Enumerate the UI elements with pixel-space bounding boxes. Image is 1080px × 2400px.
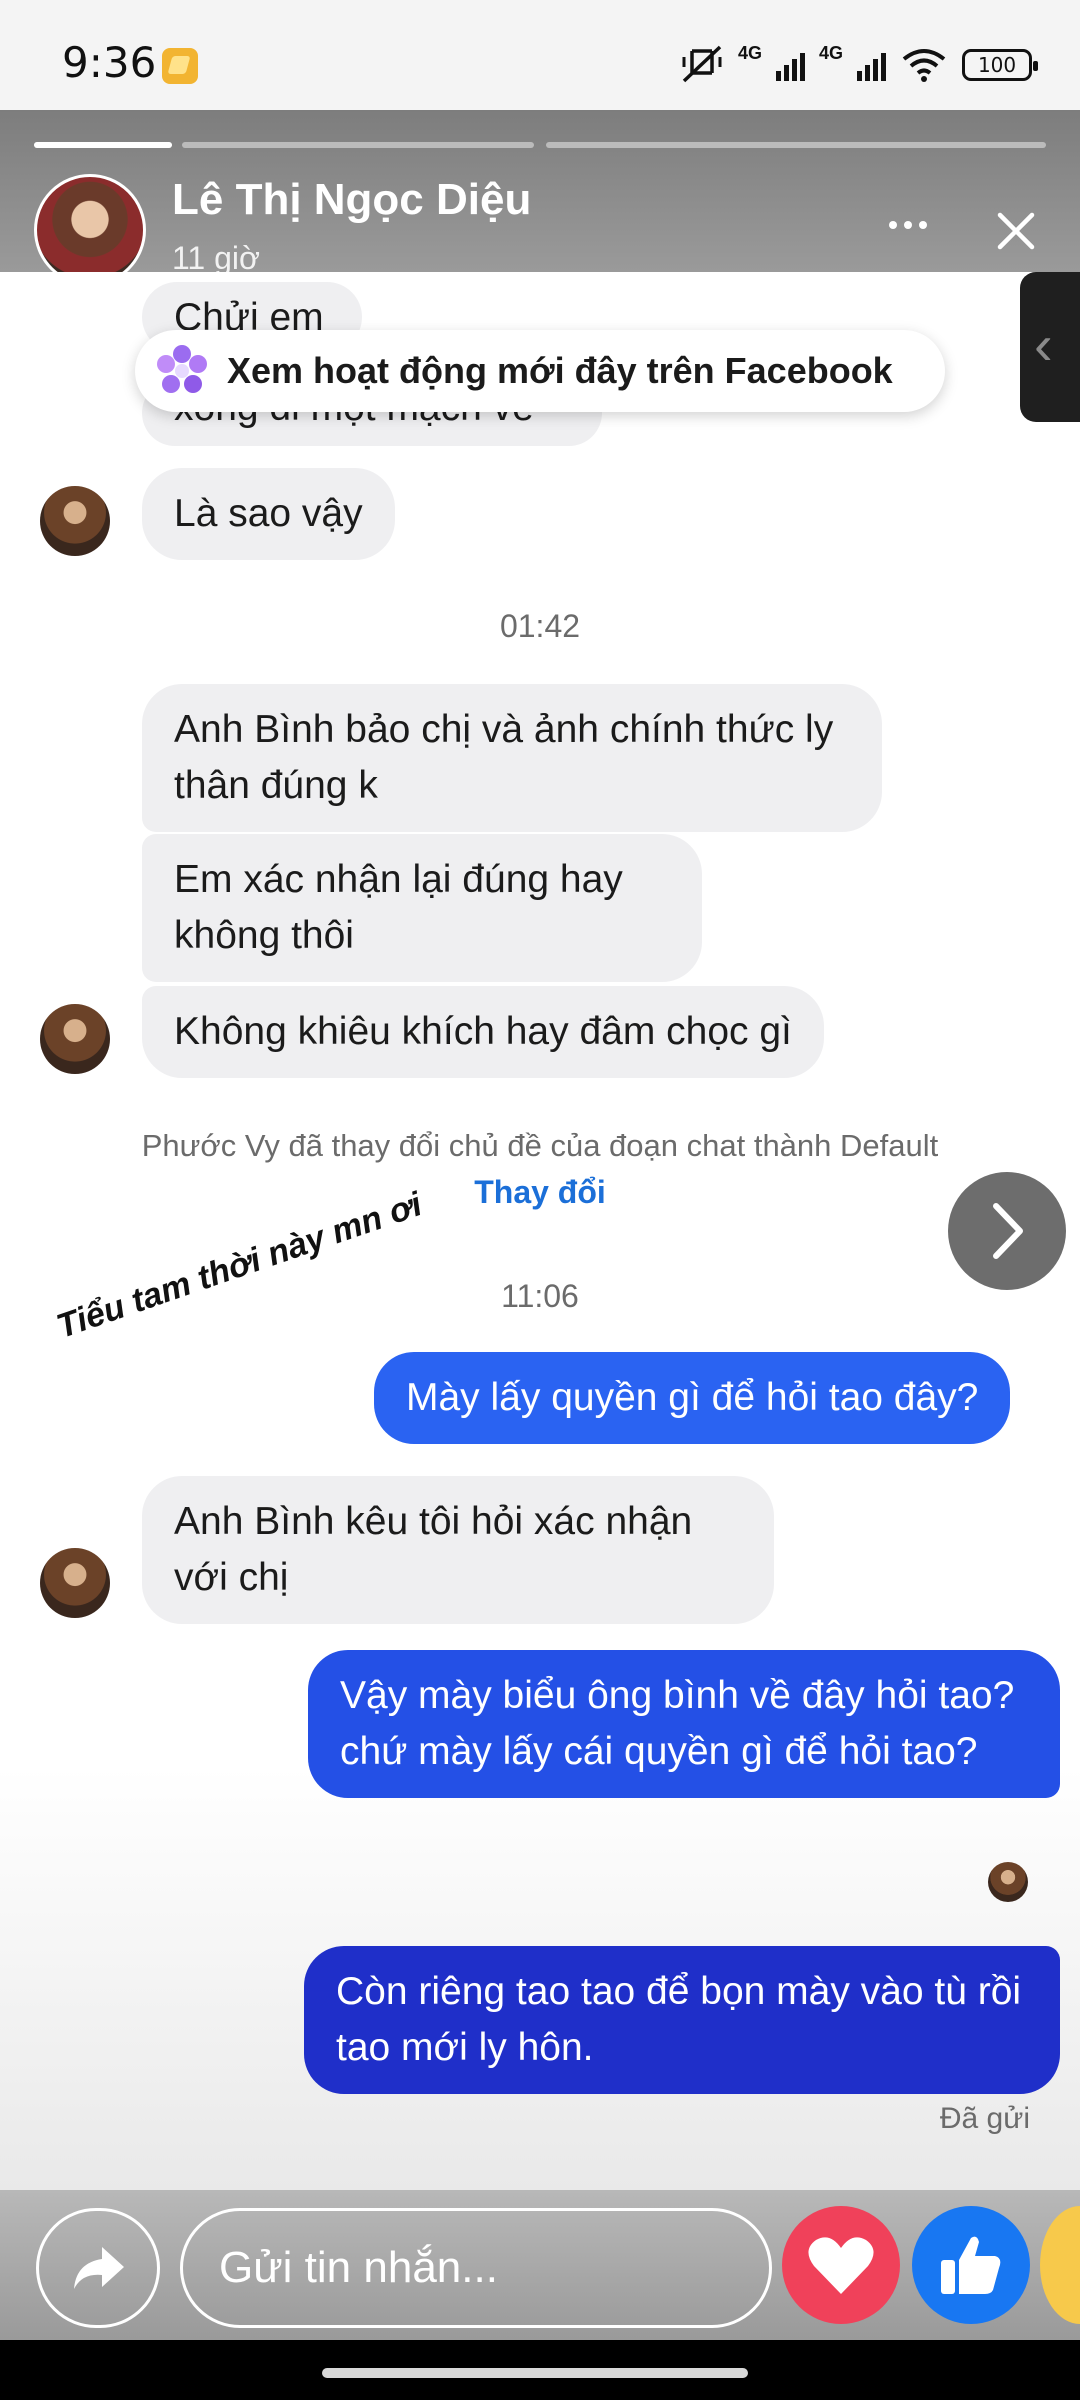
- notification-icon: [162, 48, 198, 84]
- message-bubble: Là sao vậy: [142, 468, 395, 560]
- side-panel-handle[interactable]: ‹: [1020, 272, 1080, 422]
- story-progress-1: [34, 142, 172, 148]
- chevron-left-icon: ‹: [1034, 313, 1053, 376]
- system-note: Phước Vy đã thay đổi chủ đề của đoạn cha…: [141, 1128, 939, 1163]
- avatar: [40, 1548, 110, 1618]
- status-time: 9:36: [62, 38, 157, 87]
- signal-1-icon: [776, 49, 806, 81]
- message-bubble-outgoing: Vậy mày biểu ông bình về đây hỏi tao?chứ…: [308, 1650, 1060, 1798]
- battery-icon: 100: [962, 49, 1039, 81]
- message-bubble: Anh Bình bảo chị và ảnh chính thức ly th…: [142, 684, 882, 832]
- sent-status: Đã gửi: [939, 2102, 1030, 2135]
- chat-timestamp: 01:42: [499, 608, 581, 644]
- mute-vibrate-icon: [682, 45, 722, 83]
- message-bubble-outgoing: Mày lấy quyền gì để hỏi tao đây?: [374, 1352, 1011, 1444]
- story-author-avatar[interactable]: [34, 174, 146, 286]
- flower-icon: [157, 345, 207, 393]
- avatar: [40, 1004, 110, 1074]
- chat-timestamp: 11:06: [501, 1278, 579, 1314]
- network-type-1: 4G: [738, 42, 763, 63]
- signal-2-icon: [857, 49, 887, 81]
- story-header: [0, 110, 1080, 272]
- chat-screenshot: [0, 272, 1080, 2190]
- heart-reaction-button[interactable]: [782, 2206, 900, 2324]
- thumbs-up-icon: [941, 2236, 1001, 2294]
- message-bubble: Anh Bình kêu tôi hỏi xác nhận với chị: [142, 1476, 774, 1624]
- next-story-button[interactable]: [948, 1172, 1066, 1290]
- close-icon[interactable]: [990, 205, 1042, 257]
- avatar: [40, 486, 110, 556]
- status-bar: 9:36 4G 4G 100: [0, 0, 1080, 110]
- change-theme-link[interactable]: Thay đổi: [0, 1174, 1080, 1211]
- status-icons: 4G 4G 100: [680, 40, 1039, 90]
- chevron-right-icon: [993, 1203, 1023, 1259]
- heart-icon: [808, 2237, 874, 2294]
- home-gesture-bar[interactable]: [322, 2368, 748, 2378]
- story-progress-2: [182, 142, 534, 148]
- more-options-button[interactable]: [878, 205, 938, 245]
- message-bubble-outgoing: Còn riêng tao tao để bọn mày vào tù rồi …: [304, 1946, 1060, 2094]
- share-arrow-icon: [74, 2247, 124, 2289]
- network-type-2: 4G: [819, 42, 844, 63]
- story-progress-3: [546, 142, 1046, 148]
- facebook-activity-banner[interactable]: Xem hoạt động mới đây trên Facebook: [135, 330, 945, 412]
- message-bubble: Em xác nhận lại đúng hay không thôi: [142, 834, 702, 982]
- wifi-icon: [902, 49, 946, 82]
- message-input[interactable]: Gửi tin nhắn...: [180, 2208, 772, 2328]
- read-receipt-avatar: [988, 1862, 1028, 1902]
- banner-text: Xem hoạt động mới đây trên Facebook: [227, 350, 893, 391]
- message-bubble: Không khiêu khích hay đâm chọc gì: [142, 986, 824, 1078]
- story-author-name[interactable]: Lê Thị Ngọc Diệu: [172, 175, 531, 225]
- share-button[interactable]: [36, 2208, 160, 2328]
- like-reaction-button[interactable]: [912, 2206, 1030, 2324]
